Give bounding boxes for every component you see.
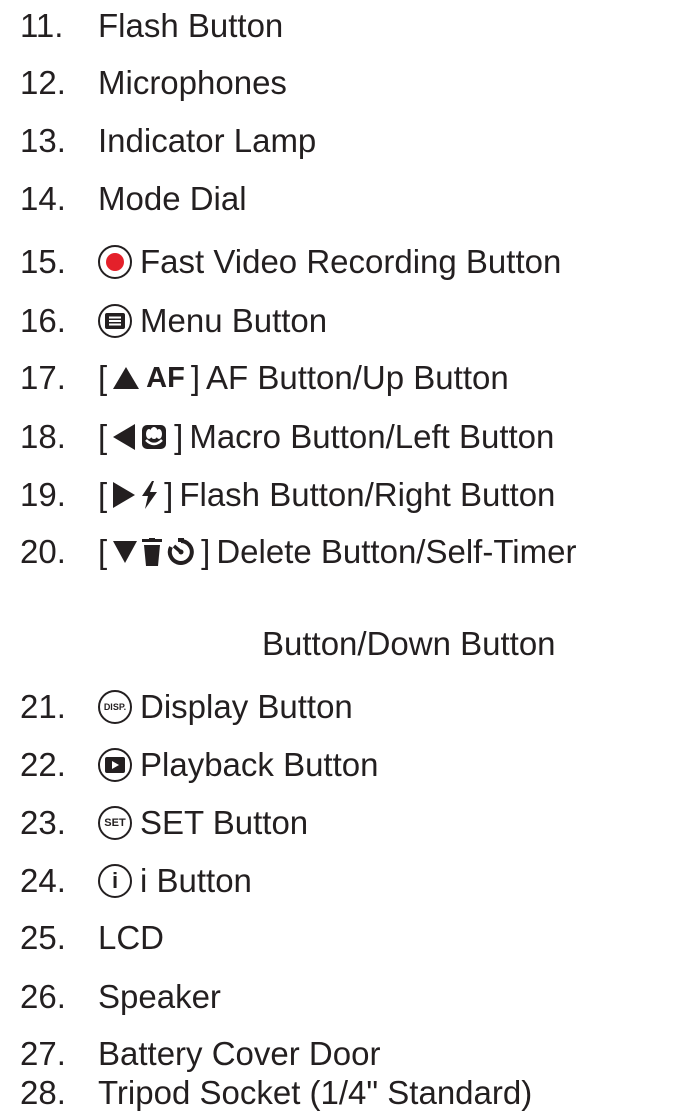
list-item: 16. Menu Button <box>0 298 695 344</box>
self-timer-icon <box>167 538 194 565</box>
info-icon: i <box>98 864 132 898</box>
list-item: 23. SET SET Button <box>0 800 695 846</box>
list-item: 18. [ ] Macro Button/Left Button <box>0 414 695 460</box>
item-number: 13. <box>20 122 66 159</box>
item-label: i Button <box>140 862 252 899</box>
item-number: 21. <box>20 688 66 725</box>
record-icon <box>98 245 132 279</box>
list-item: 14. Mode Dial <box>0 176 695 222</box>
bracket-open: [ <box>98 476 108 513</box>
item-label: Indicator Lamp <box>98 122 317 159</box>
list-item: 11. Flash Button <box>0 3 695 49</box>
item-number: 24. <box>20 862 66 899</box>
item-number: 12. <box>20 64 66 101</box>
item-label: Fast Video Recording Button <box>140 243 562 280</box>
item-label: Speaker <box>98 978 221 1015</box>
item-label: Flash Button/Right Button <box>179 476 556 513</box>
item-number: 26. <box>20 978 66 1015</box>
display-icon: DISP. <box>98 690 132 724</box>
item-label: SET Button <box>140 804 309 841</box>
list-item: 20. [ ] Delete Button/Self-Timer <box>0 529 695 575</box>
menu-icon <box>98 304 132 338</box>
item-label: Playback Button <box>140 746 379 783</box>
flash-bolt-icon <box>142 481 158 509</box>
item-number: 27. <box>20 1035 66 1072</box>
down-arrow-icon <box>113 541 138 563</box>
item-label: Delete Button/Self-Timer <box>216 533 577 570</box>
item-number: 16. <box>20 302 66 339</box>
bracket-open: [ <box>98 533 108 570</box>
list-item: 26. Speaker <box>0 974 695 1020</box>
bracket-close: ] <box>190 359 201 396</box>
item-label: Tripod Socket (1/4" Standard) <box>98 1074 533 1111</box>
bracket-close: ] <box>164 476 174 513</box>
trash-icon <box>142 538 163 566</box>
item-number: 17. <box>20 359 66 396</box>
item-number: 15. <box>20 243 66 280</box>
macro-flower-icon <box>142 425 167 449</box>
list-item: 25. LCD <box>0 915 695 961</box>
bracket-open: [ <box>98 359 108 396</box>
set-icon: SET <box>98 806 132 840</box>
item-number: 28. <box>20 1074 66 1111</box>
list-item: 24. i i Button <box>0 858 695 904</box>
bracket-close: ] <box>174 418 184 455</box>
list-item: 13. Indicator Lamp <box>0 118 695 164</box>
item-number: 18. <box>20 418 66 455</box>
list-item: 28. Tripod Socket (1/4" Standard) <box>0 1070 695 1116</box>
af-icon: AF <box>146 361 185 394</box>
item-label: Display Button <box>140 688 353 725</box>
item-label-continuation: Button/Down Button <box>262 625 556 662</box>
item-label: Menu Button <box>140 302 328 339</box>
list-item: 19. [ ] Flash Button/Right Button <box>0 472 695 518</box>
list-item: 22. Playback Button <box>0 742 695 788</box>
item-number: 25. <box>20 919 66 956</box>
item-number: 20. <box>20 533 66 570</box>
playback-icon <box>98 748 132 782</box>
item-number: 22. <box>20 746 66 783</box>
item-label: LCD <box>98 919 165 956</box>
item-label: AF Button/Up Button <box>206 359 509 396</box>
item-label: Microphones <box>98 64 287 101</box>
item-label: Macro Button/Left Button <box>189 418 555 455</box>
bracket-open: [ <box>98 418 108 455</box>
bracket-close: ] <box>201 533 211 570</box>
item-number: 19. <box>20 476 66 513</box>
item-label: Battery Cover Door <box>98 1035 381 1072</box>
parts-list: 11. Flash Button 12. Microphones 13. Ind… <box>0 0 695 1117</box>
item-label: Flash Button <box>98 7 284 44</box>
item-number: 11. <box>20 7 64 44</box>
list-item: 17. [ AF ] AF Button/Up Button <box>0 355 695 401</box>
right-arrow-icon <box>113 482 136 508</box>
item-number: 23. <box>20 804 66 841</box>
left-arrow-icon <box>113 424 136 450</box>
up-arrow-icon <box>113 367 140 389</box>
list-item: 12. Microphones <box>0 60 695 106</box>
list-item: 15. Fast Video Recording Button <box>0 239 695 285</box>
item-number: 14. <box>20 180 66 217</box>
list-item: 21. DISP. Display Button <box>0 684 695 730</box>
item-label: Mode Dial <box>98 180 247 217</box>
